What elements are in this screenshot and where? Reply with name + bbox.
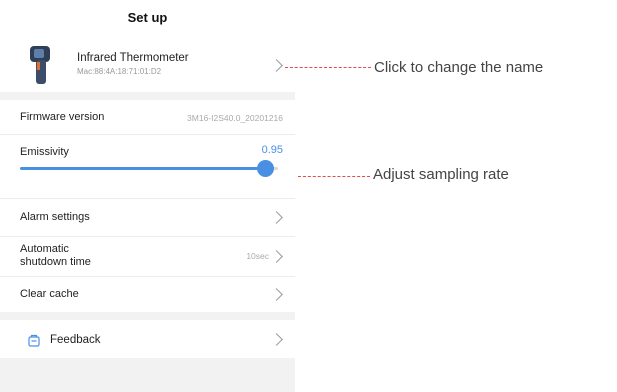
feedback-row[interactable]: Feedback: [0, 320, 295, 358]
settings-screen: Set up Infrared Thermometer Mac:88:4A:18…: [0, 0, 295, 392]
slider-fill: [20, 167, 266, 170]
sampling-annotation: Adjust sampling rate: [373, 166, 509, 183]
emissivity-row: Emissivity 0.95: [0, 140, 295, 199]
section-divider: [0, 312, 295, 320]
feedback-label: Feedback: [50, 334, 101, 346]
emissivity-value: 0.95: [261, 144, 283, 156]
section-divider: [0, 92, 295, 100]
alarm-settings-label: Alarm settings: [20, 211, 90, 223]
chevron-right-icon: [270, 211, 283, 224]
alarm-settings-row[interactable]: Alarm settings: [0, 198, 295, 237]
chevron-right-icon: [270, 288, 283, 301]
shutdown-time-label: Automatic shutdown time: [20, 243, 91, 268]
firmware-row: Firmware version 3M16-I2S40.0_20201216: [0, 100, 295, 135]
thermometer-gun-icon: [30, 46, 50, 84]
emissivity-slider[interactable]: [20, 160, 278, 177]
firmware-value: 3M16-I2S40.0_20201216: [187, 113, 283, 123]
page-title: Set up: [127, 10, 168, 25]
shutdown-time-value: 10sec: [246, 251, 269, 261]
slider-handle[interactable]: [257, 160, 275, 177]
device-mac: Mac:88:4A:18:71:01:D2: [77, 67, 162, 76]
chevron-right-icon: [270, 250, 283, 263]
sampling-annotation-line: [298, 176, 370, 177]
firmware-label: Firmware version: [20, 111, 105, 123]
device-name: Infrared Thermometer: [77, 52, 189, 64]
clear-cache-label: Clear cache: [20, 288, 79, 300]
bottom-area: [0, 358, 295, 392]
chevron-right-icon: [270, 59, 283, 72]
feedback-icon: [28, 334, 40, 347]
rename-annotation: Click to change the name: [374, 59, 544, 76]
rename-annotation-line: [285, 67, 371, 68]
device-row[interactable]: Infrared Thermometer Mac:88:4A:18:71:01:…: [0, 38, 295, 92]
emissivity-label: Emissivity: [20, 146, 69, 158]
clear-cache-row[interactable]: Clear cache: [0, 276, 295, 312]
shutdown-time-row[interactable]: Automatic shutdown time 10sec: [0, 236, 295, 277]
chevron-right-icon: [270, 333, 283, 346]
